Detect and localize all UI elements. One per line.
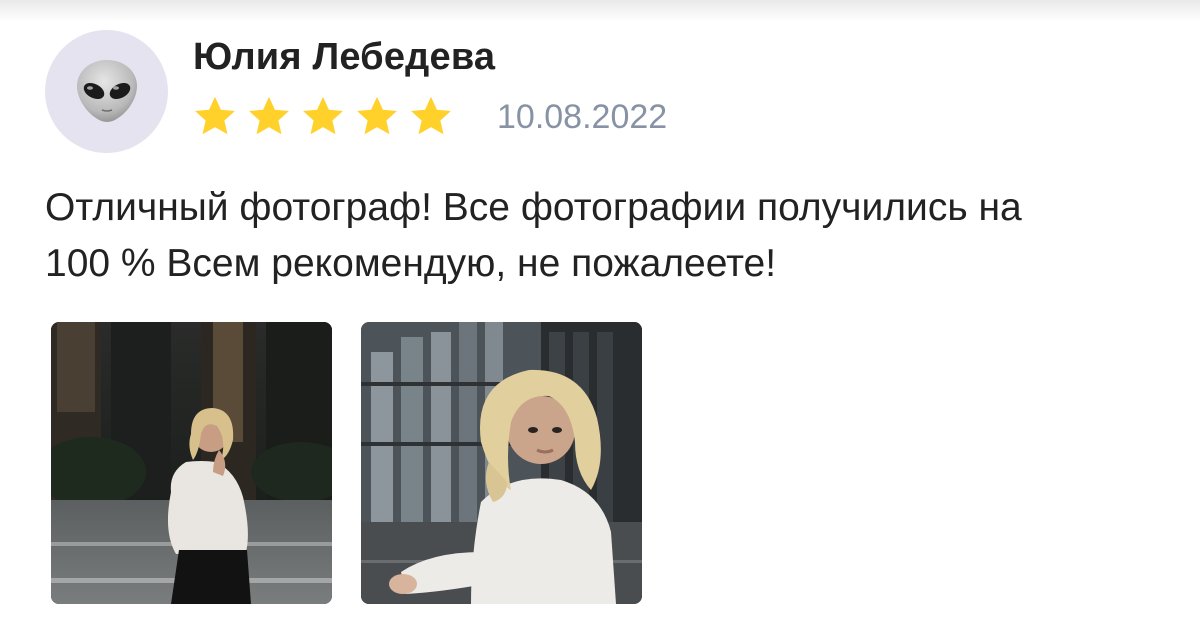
top-shadow <box>0 0 1200 22</box>
star-icon <box>249 96 289 135</box>
star-icon <box>195 96 235 135</box>
avatar[interactable] <box>45 30 168 153</box>
star-icon <box>411 96 451 135</box>
author-name[interactable]: Юлия Лебедева <box>193 36 495 79</box>
review-photo-1[interactable] <box>51 322 332 604</box>
alien-emoji-icon <box>77 60 137 122</box>
review-text-line: Отличный фотограф! Все фотографии получи… <box>45 186 1022 229</box>
review-text: Отличный фотограф! Все фотографии получи… <box>45 180 1145 292</box>
review-date: 10.08.2022 <box>497 98 668 136</box>
star-icon <box>303 96 343 135</box>
photo-image <box>51 322 332 604</box>
review-text-line: 100 % Всем рекомендую, не пожалеете! <box>45 242 777 285</box>
rating-stars <box>192 94 462 140</box>
photo-image <box>361 322 642 604</box>
review-photo-2[interactable] <box>361 322 642 604</box>
star-icon <box>357 96 397 135</box>
